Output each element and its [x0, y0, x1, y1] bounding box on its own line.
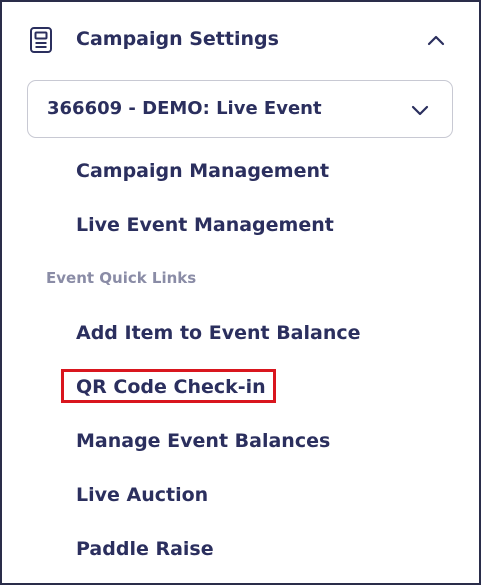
qr-code-check-in-link[interactable]: QR Code Check-in: [76, 376, 266, 398]
add-item-to-event-balance-link[interactable]: Add Item to Event Balance: [76, 322, 361, 344]
document-icon: [30, 27, 52, 53]
campaign-select[interactable]: 366609 - DEMO: Live Event: [27, 80, 453, 138]
quick-links-heading: Event Quick Links: [46, 269, 197, 287]
chevron-up-icon[interactable]: [426, 30, 446, 50]
section-title: Campaign Settings: [76, 28, 279, 50]
live-event-management-link[interactable]: Live Event Management: [76, 214, 334, 236]
chevron-down-icon: [411, 105, 429, 116]
campaign-management-link[interactable]: Campaign Management: [76, 160, 329, 182]
live-auction-link[interactable]: Live Auction: [76, 484, 208, 506]
manage-event-balances-link[interactable]: Manage Event Balances: [76, 430, 330, 452]
campaign-settings-panel: Campaign Settings 366609 - DEMO: Live Ev…: [0, 0, 481, 585]
paddle-raise-link[interactable]: Paddle Raise: [76, 538, 214, 560]
campaign-settings-header[interactable]: Campaign Settings: [2, 2, 479, 80]
campaign-select-value: 366609 - DEMO: Live Event: [47, 98, 322, 119]
